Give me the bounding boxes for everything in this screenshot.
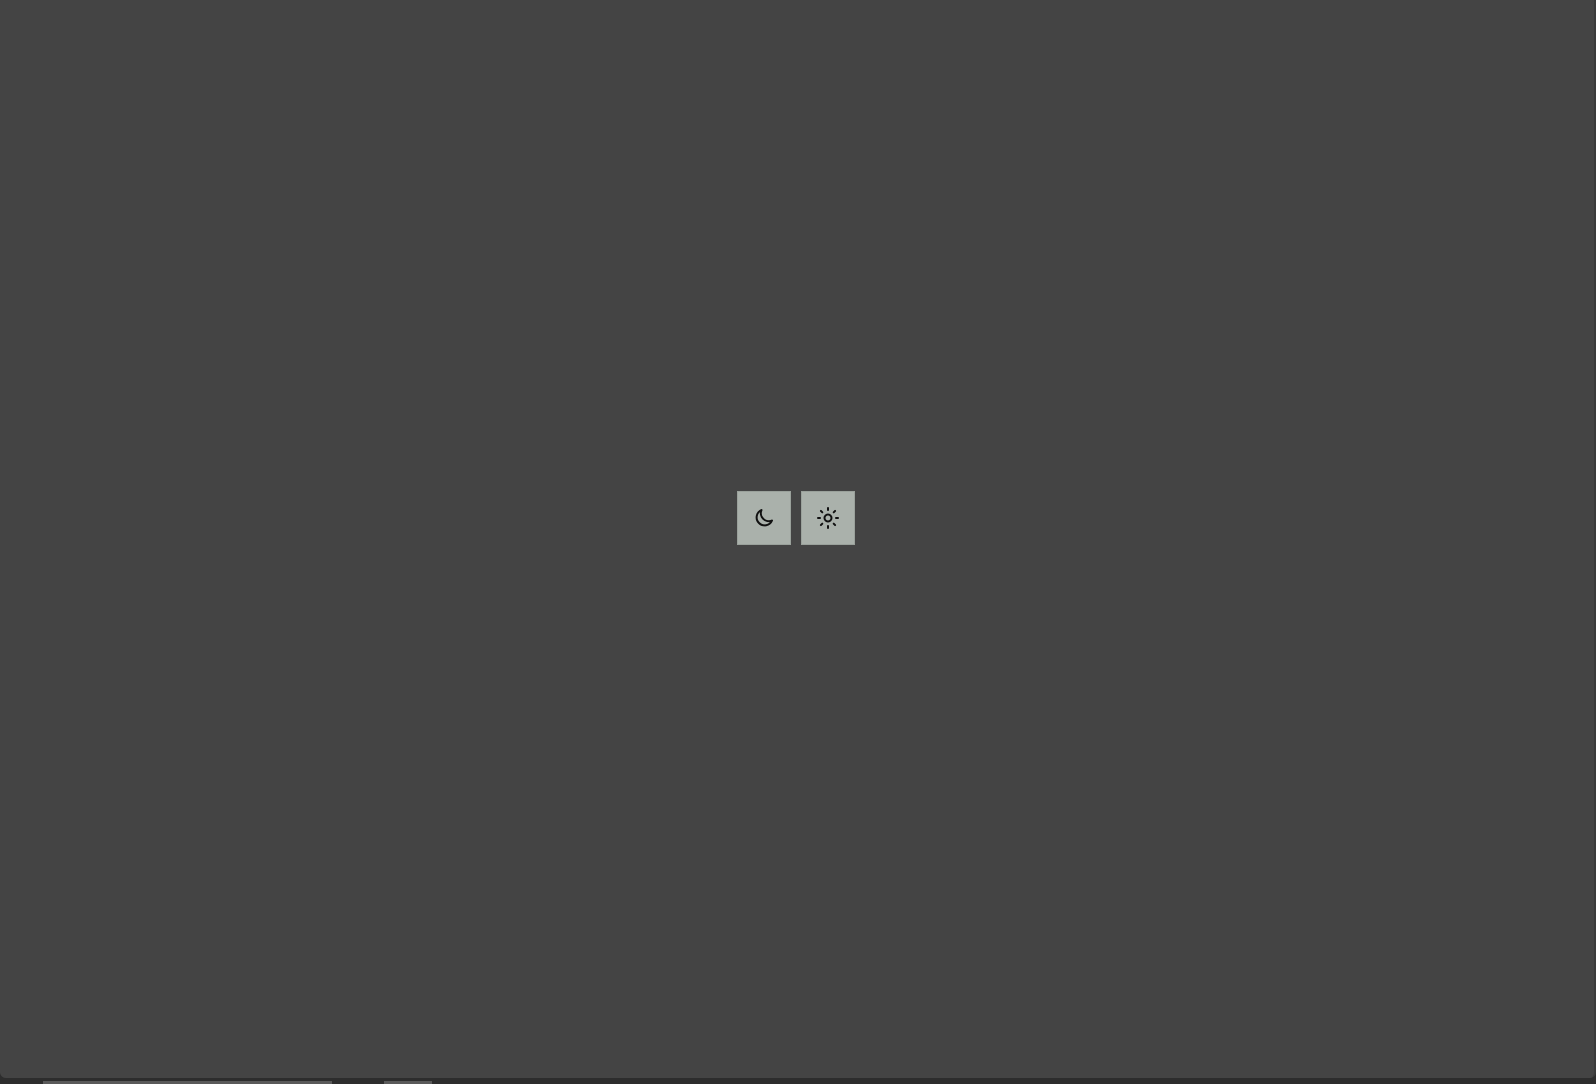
sun-icon	[817, 507, 839, 529]
app-window	[0, 0, 1596, 1078]
dark-mode-button[interactable]	[737, 491, 791, 545]
theme-toggle-group	[737, 491, 855, 545]
moon-icon	[755, 509, 773, 527]
light-mode-button[interactable]	[801, 491, 855, 545]
